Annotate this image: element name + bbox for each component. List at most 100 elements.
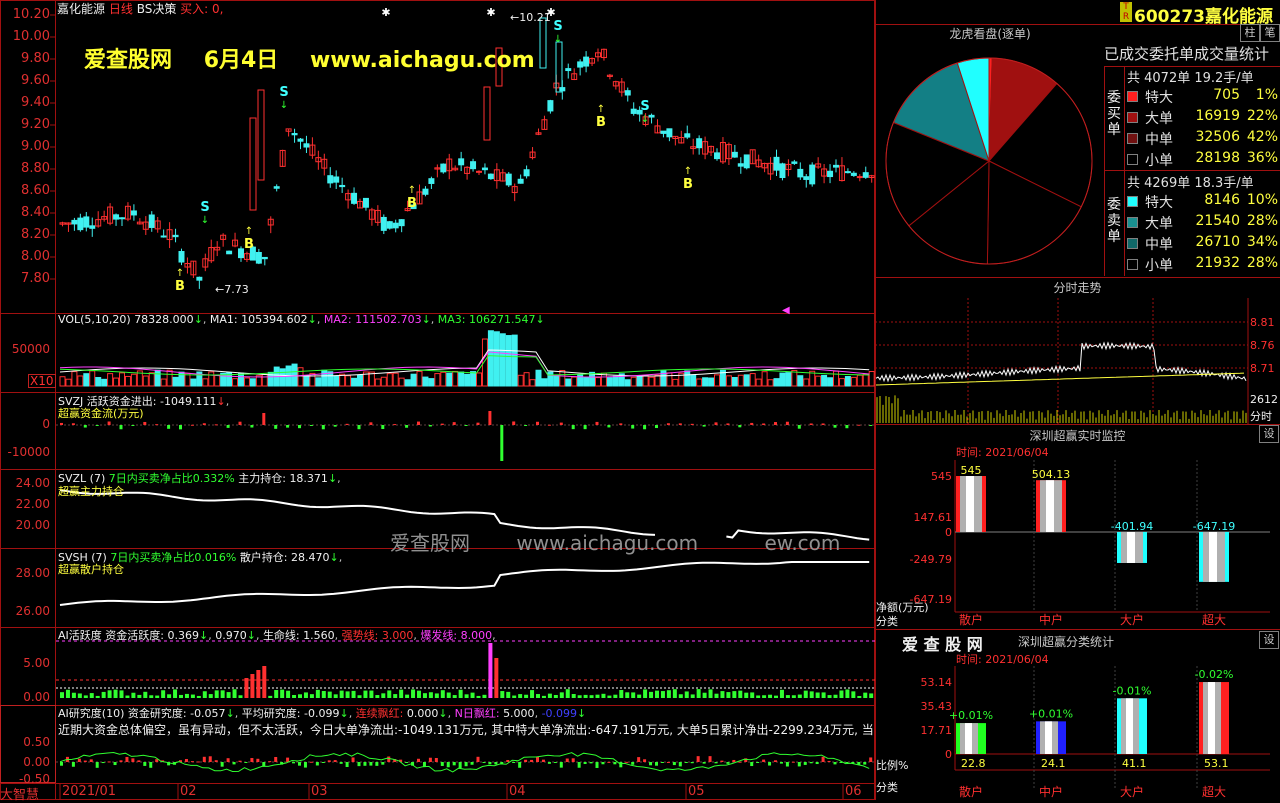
research-bar — [452, 762, 456, 766]
active-bar — [553, 694, 558, 698]
bar-mode-button[interactable]: 柱 — [1240, 24, 1260, 42]
volume-bar — [654, 374, 661, 387]
price-y-tick: 8.00 — [21, 249, 50, 264]
svzj-bar — [381, 425, 385, 430]
svzj-bar — [238, 421, 242, 425]
row-pct: 28% — [1246, 255, 1278, 271]
active-bar — [286, 690, 291, 698]
legend-swatch — [1127, 154, 1138, 165]
candle-body — [547, 100, 554, 112]
research-bar — [256, 758, 260, 762]
legend-swatch — [1127, 133, 1138, 144]
active-bar — [720, 691, 725, 698]
volume-bar — [190, 378, 197, 387]
research-bar — [869, 757, 873, 762]
ai-active-y-tick-1: 0.00 — [23, 690, 50, 704]
row-pct: 1% — [1255, 87, 1278, 103]
research-bar — [196, 761, 200, 763]
volume-bar — [636, 375, 643, 387]
price-y-tick: 8.80 — [21, 161, 50, 176]
research-bar — [506, 759, 510, 762]
volume-bar — [487, 330, 494, 387]
active-bar — [161, 690, 166, 698]
indicator-name[interactable]: BS决策 — [137, 2, 177, 16]
svzj-bar — [821, 423, 825, 425]
class-settings-button[interactable]: 设 — [1259, 631, 1279, 649]
research-bar — [756, 762, 760, 763]
svzj-bar — [214, 424, 218, 426]
research-bar — [541, 759, 545, 762]
volume-bar — [844, 376, 851, 387]
active-bar — [179, 694, 183, 698]
buy-signal: B — [175, 279, 185, 294]
active-bar — [797, 694, 802, 698]
active-bar — [101, 691, 106, 698]
volume-bar — [755, 378, 762, 387]
date-label: 02 — [180, 784, 197, 799]
active-bar — [83, 695, 88, 698]
candle-body — [517, 178, 524, 184]
active-bar — [643, 689, 648, 698]
buy-signal: B — [596, 115, 606, 130]
active-bar — [702, 692, 707, 698]
legend-swatch — [1127, 259, 1138, 270]
research-bar — [774, 760, 777, 762]
watermark-center-url: www.aichagu.com — [516, 531, 699, 555]
row-pct: 22% — [1246, 108, 1278, 124]
active-bar — [512, 695, 517, 698]
volume-bar — [89, 370, 96, 387]
vol-header: VOL(5,10,20) 78328.000↓, MA1: 105394.602… — [58, 313, 545, 326]
research-bar — [428, 757, 432, 762]
research-bar — [672, 762, 676, 766]
ai-active-label: 资金活跃度: — [105, 629, 164, 642]
active-bar — [589, 695, 594, 698]
active-bar — [666, 690, 671, 698]
candle-body — [333, 176, 340, 183]
research-v4: 5.000 — [503, 707, 535, 720]
research-bar — [381, 762, 385, 765]
research-bar — [369, 762, 373, 766]
active-bar — [411, 689, 416, 698]
active-bar — [375, 695, 380, 698]
signal-arrow: ↓ — [201, 215, 209, 226]
svsh-sublabel: 超赢散户持仓 — [58, 563, 124, 576]
watermark-site: 爱查股网 — [84, 48, 173, 73]
row-pct: 10% — [1246, 192, 1278, 208]
research-bar — [726, 762, 730, 764]
pen-mode-button[interactable]: 笔 — [1260, 24, 1280, 42]
ai-research-header: AI研究度(10) 资金研究度: -0.057↓, 平均研究度: -0.099↓… — [58, 707, 587, 720]
active-bar — [506, 691, 511, 698]
svzj-bar — [702, 425, 706, 427]
svzj-bar — [417, 421, 420, 425]
period-label[interactable]: 日线 — [109, 2, 133, 16]
active-bar — [660, 691, 665, 698]
research-bar — [583, 762, 587, 765]
strong-value: 3.000 — [381, 629, 414, 642]
research-bar — [286, 757, 290, 762]
research-bar — [613, 762, 617, 765]
signal-arrow: ↓ — [641, 114, 649, 125]
burst-label: 爆发线: — [420, 629, 458, 642]
date-label: 05 — [688, 784, 705, 799]
signal-arrow: ↑ — [684, 166, 692, 177]
active-bar — [738, 690, 743, 698]
active-bar — [280, 689, 285, 698]
ma3-label: MA3: — [437, 313, 466, 326]
active-bar — [65, 689, 70, 698]
active-bar — [173, 689, 178, 698]
monitor-settings-button[interactable]: 设 — [1259, 425, 1279, 443]
row-label: 中单 — [1145, 237, 1173, 253]
research-bar — [405, 762, 409, 763]
monitor-title: 深圳超赢实时监控 — [1029, 429, 1126, 443]
active-bar — [250, 674, 255, 698]
candle-body — [696, 138, 703, 149]
research-bar — [470, 762, 474, 765]
volume-bar — [95, 377, 102, 387]
candle-body — [238, 248, 244, 259]
intraday-time-label[interactable]: 分时 — [1250, 408, 1272, 424]
active-bar — [214, 690, 219, 698]
svzj-bar — [857, 424, 861, 426]
active-bar — [77, 693, 82, 698]
candle-body — [261, 256, 268, 260]
ma2-value: 111502.703 — [355, 313, 422, 326]
